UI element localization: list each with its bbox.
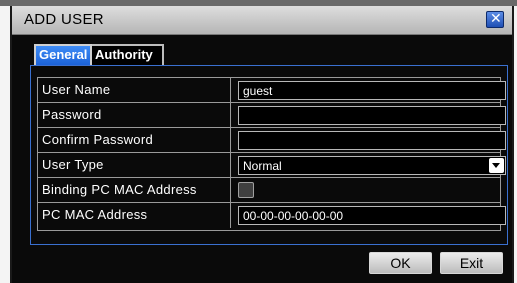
title-bar[interactable]: ADD USER ✕ bbox=[12, 6, 512, 35]
chevron-down-icon[interactable] bbox=[489, 158, 504, 173]
column-divider bbox=[230, 128, 231, 152]
column-divider bbox=[230, 203, 231, 228]
user-type-value: Normal bbox=[243, 159, 282, 173]
dialog-title: ADD USER bbox=[24, 11, 104, 28]
user-type-label: User Type bbox=[42, 157, 104, 172]
general-panel: User Name guest Password Confirm Passwor… bbox=[30, 65, 508, 245]
close-button[interactable]: ✕ bbox=[486, 11, 504, 28]
password-label: Password bbox=[42, 107, 102, 122]
row-binding-mac: Binding PC MAC Address bbox=[38, 178, 500, 203]
column-divider bbox=[230, 103, 231, 127]
binding-mac-checkbox[interactable] bbox=[238, 182, 254, 198]
confirm-password-label: Confirm Password bbox=[42, 132, 153, 147]
user-name-label: User Name bbox=[42, 82, 111, 97]
pc-mac-field[interactable]: 00-00-00-00-00-00 bbox=[238, 206, 506, 225]
password-field[interactable] bbox=[238, 106, 506, 125]
pc-mac-label: PC MAC Address bbox=[42, 207, 148, 222]
column-divider bbox=[230, 178, 231, 202]
ok-button[interactable]: OK bbox=[369, 252, 432, 274]
row-confirm-password: Confirm Password bbox=[38, 128, 506, 153]
tab-general-label: General bbox=[39, 47, 88, 62]
row-pc-mac: PC MAC Address 00-00-00-00-00-00 bbox=[38, 203, 506, 228]
tab-general[interactable]: General bbox=[34, 44, 92, 65]
row-user-type: User Type Normal bbox=[38, 153, 506, 178]
row-user-name: User Name guest bbox=[38, 78, 506, 103]
user-name-field[interactable]: guest bbox=[238, 81, 506, 100]
exit-button[interactable]: Exit bbox=[440, 252, 503, 274]
confirm-password-field[interactable] bbox=[238, 131, 506, 150]
tab-authority[interactable]: Authority bbox=[92, 44, 164, 65]
tab-authority-label: Authority bbox=[95, 47, 153, 62]
row-password: Password bbox=[38, 103, 506, 128]
settings-grid: User Name guest Password Confirm Passwor… bbox=[37, 77, 506, 231]
user-type-select[interactable]: Normal bbox=[238, 156, 506, 175]
add-user-dialog: ADD USER ✕ General Authority User Name g… bbox=[10, 6, 514, 283]
column-divider bbox=[230, 153, 231, 177]
column-divider bbox=[230, 78, 231, 102]
background-strip bbox=[0, 6, 10, 283]
close-icon: ✕ bbox=[490, 11, 502, 27]
binding-mac-label: Binding PC MAC Address bbox=[42, 182, 197, 197]
